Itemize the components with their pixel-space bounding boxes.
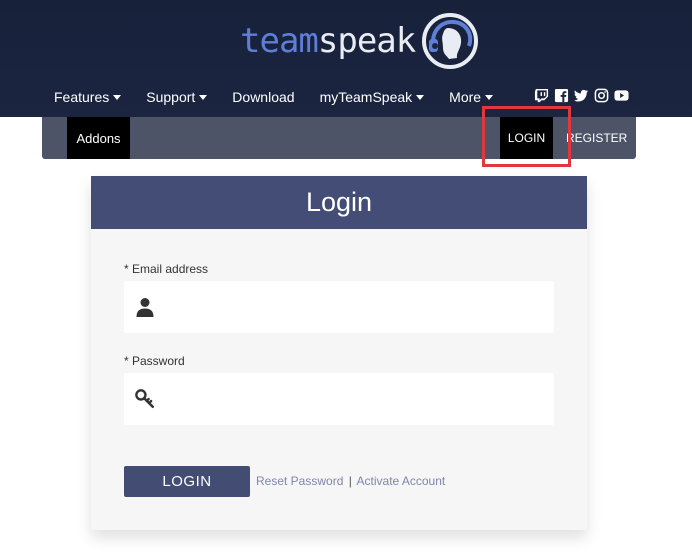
social-links (534, 88, 634, 103)
password-label: * Password (124, 354, 185, 368)
site-header: teamspeak Features Support Download myTe… (0, 0, 692, 117)
nav-item-download[interactable]: Download (232, 89, 294, 105)
teamspeak-logo[interactable]: teamspeak (240, 10, 479, 72)
nav-item-more[interactable]: More (449, 89, 494, 105)
addons-link[interactable]: Addons (67, 117, 130, 159)
email-input[interactable] (155, 281, 554, 333)
email-label: * Email address (124, 262, 209, 276)
facebook-icon[interactable] (554, 88, 569, 103)
nav-item-features[interactable]: Features (54, 89, 122, 105)
login-card: Login * Email address * Password LOGIN R… (91, 176, 587, 530)
reset-password-link[interactable]: Reset Password (256, 474, 343, 488)
login-card-header: Login (91, 176, 587, 229)
instagram-icon[interactable] (594, 88, 609, 103)
password-input[interactable] (155, 373, 554, 425)
caret-down-icon (113, 94, 122, 100)
nav-item-support[interactable]: Support (146, 89, 208, 105)
addons-subnav: Addons LOGIN REGISTER (42, 117, 636, 159)
caret-down-icon (199, 94, 208, 100)
twitter-icon[interactable] (574, 88, 589, 103)
link-separator: | (348, 474, 352, 488)
logo-wordmark: teamspeak (240, 21, 416, 61)
register-tab[interactable]: REGISTER (566, 117, 627, 159)
activate-account-link[interactable]: Activate Account (357, 474, 446, 488)
headset-logo-icon (422, 13, 479, 69)
login-submit-button[interactable]: LOGIN (124, 466, 250, 497)
user-icon (135, 296, 155, 318)
email-field[interactable] (124, 281, 554, 333)
youtube-icon[interactable] (614, 88, 629, 103)
account-links: Reset Password | Activate Account (256, 474, 445, 488)
caret-down-icon (485, 94, 494, 100)
password-field[interactable] (124, 373, 554, 425)
key-icon (135, 388, 155, 410)
nav-item-myteamspeak[interactable]: myTeamSpeak (320, 89, 425, 105)
main-nav: Features Support Download myTeamSpeak Mo… (54, 86, 518, 108)
twitch-icon[interactable] (534, 88, 549, 103)
caret-down-icon (416, 94, 425, 100)
login-tab[interactable]: LOGIN (500, 117, 553, 159)
login-title: Login (305, 187, 373, 217)
